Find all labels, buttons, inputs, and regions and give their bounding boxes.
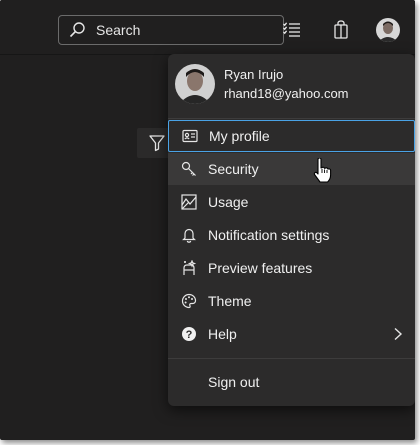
profile-header: Ryan Irujo rhand18@yahoo.com — [168, 54, 415, 118]
menu-item-help[interactable]: ? Help — [168, 318, 415, 350]
divider — [168, 118, 415, 119]
menu-item-label: Security — [208, 161, 259, 177]
avatar-button[interactable] — [376, 18, 400, 42]
menu-item-label: My profile — [209, 128, 270, 144]
menu-item-security[interactable]: Security — [168, 153, 415, 185]
search-icon — [69, 22, 85, 38]
menu-item-label: Usage — [208, 194, 249, 210]
menu-item-usage[interactable]: Usage — [168, 186, 415, 218]
help-icon: ? — [180, 325, 198, 343]
avatar — [175, 64, 215, 104]
hand-cursor-icon — [312, 157, 332, 184]
menu-item-my-profile[interactable]: My profile — [168, 120, 415, 152]
preview-icon — [180, 259, 198, 277]
profile-email: rhand18@yahoo.com — [224, 86, 349, 101]
menu-item-label: Notification settings — [208, 227, 330, 243]
app-window: Search Ryan Irujo rhand18@yahoo.com My p… — [0, 0, 415, 440]
menu-item-notification-settings[interactable]: Notification settings — [168, 219, 415, 251]
palette-icon — [180, 292, 198, 310]
menu-item-label: Theme — [208, 293, 252, 309]
menu-item-theme[interactable]: Theme — [168, 285, 415, 317]
divider — [168, 358, 415, 359]
top-bar: Search — [0, 0, 415, 55]
svg-text:?: ? — [186, 329, 193, 341]
account-menu: Ryan Irujo rhand18@yahoo.com My profile — [168, 54, 415, 406]
search-input[interactable]: Search — [58, 15, 284, 45]
menu-item-preview-features[interactable]: Preview features — [168, 252, 415, 284]
menu-item-label: Preview features — [208, 260, 313, 276]
sign-out-label: Sign out — [208, 374, 260, 390]
list-icon[interactable] — [281, 19, 303, 41]
filter-icon — [149, 135, 165, 152]
sign-out-button[interactable]: Sign out — [168, 366, 415, 398]
search-placeholder: Search — [96, 22, 141, 38]
bag-icon[interactable] — [330, 19, 352, 41]
contact-card-icon — [181, 127, 199, 145]
key-icon — [180, 160, 198, 178]
usage-icon — [180, 193, 198, 211]
menu-item-label: Help — [208, 326, 237, 342]
chevron-right-icon — [393, 327, 403, 344]
bell-icon — [180, 226, 198, 244]
profile-name: Ryan Irujo — [224, 67, 284, 82]
